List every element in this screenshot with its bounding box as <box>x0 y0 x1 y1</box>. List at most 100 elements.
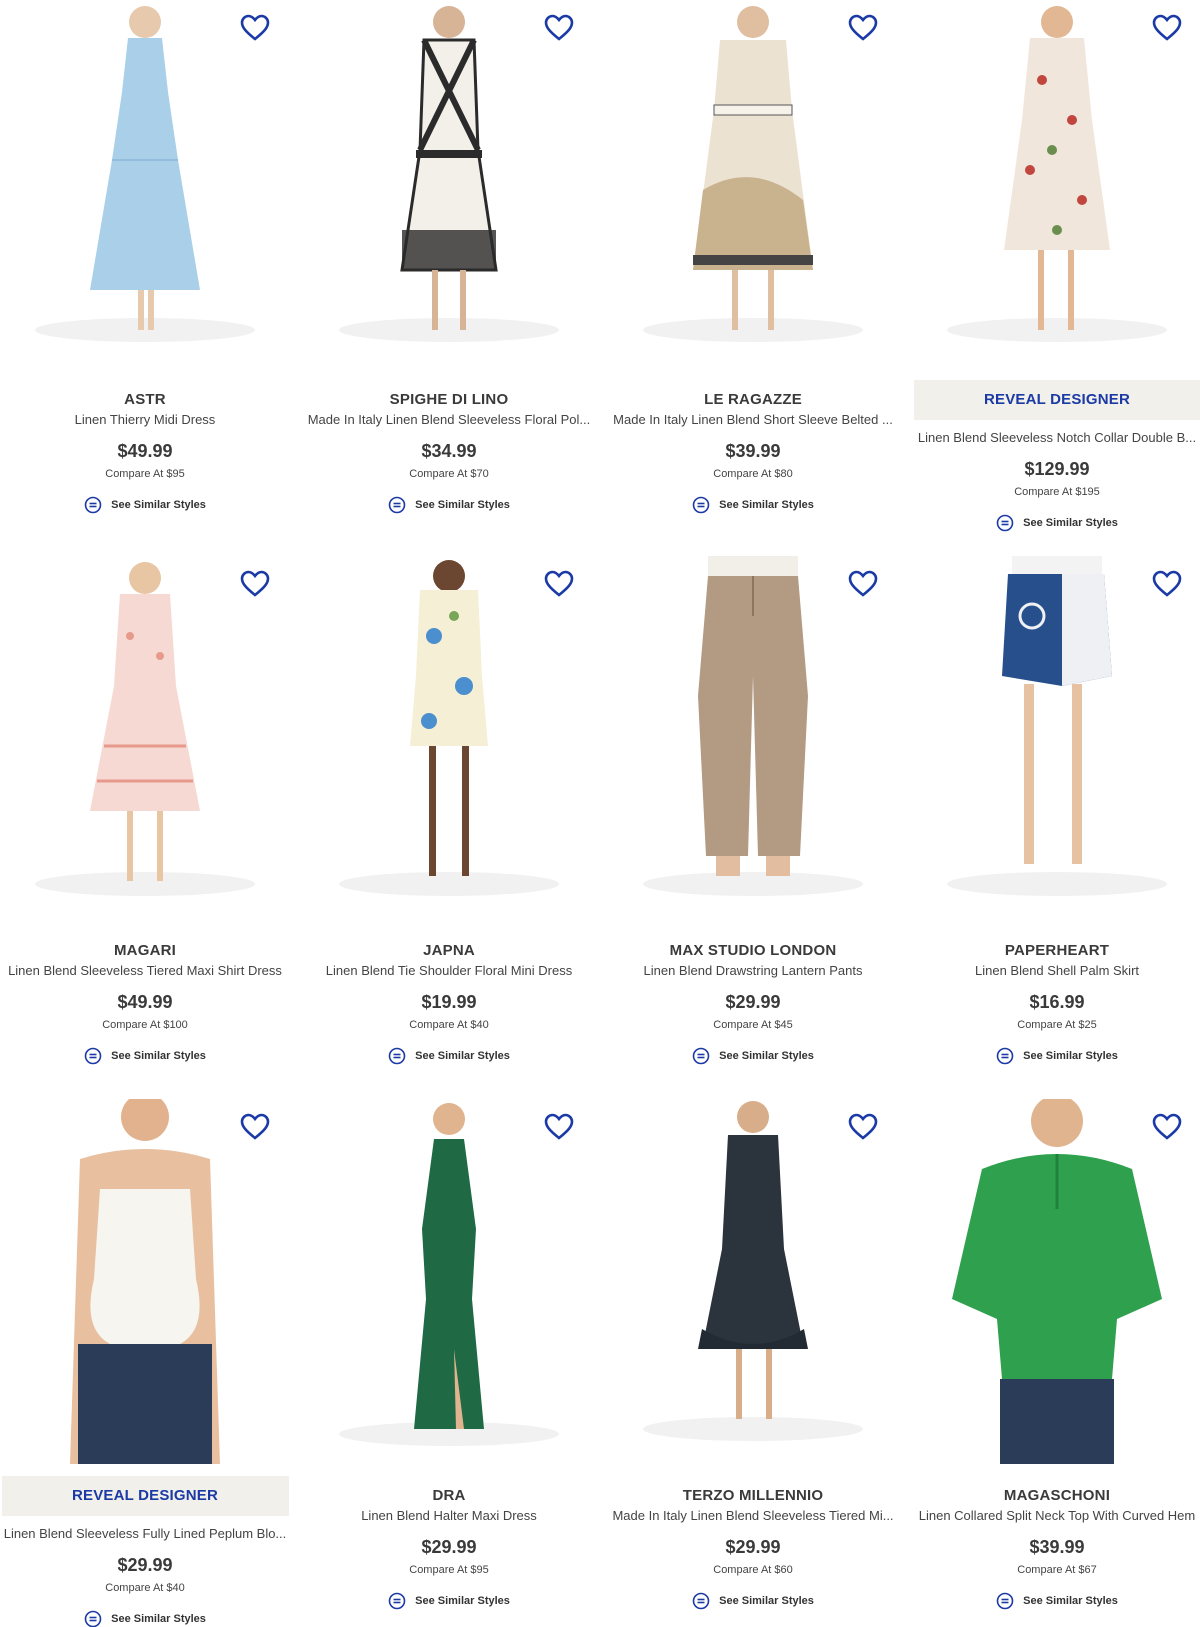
product-card[interactable]: LE RAGAZZE Made In Italy Linen Blend Sho… <box>608 0 898 519</box>
heart-icon[interactable] <box>544 14 574 42</box>
product-image-wrap[interactable] <box>608 556 898 921</box>
product-card[interactable]: JAPNA Linen Blend Tie Shoulder Floral Mi… <box>304 556 594 1070</box>
see-similar-styles-button[interactable]: See Similar Styles <box>692 1047 814 1065</box>
heart-icon[interactable] <box>848 570 878 598</box>
heart-icon[interactable] <box>240 570 270 598</box>
product-image-wrap[interactable] <box>304 556 594 921</box>
product-brand[interactable]: JAPNA <box>304 941 594 961</box>
product-card[interactable]: PAPERHEART Linen Blend Shell Palm Skirt … <box>912 556 1200 1070</box>
product-image-wrap[interactable] <box>304 1099 594 1464</box>
product-price: $34.99 <box>421 441 477 461</box>
product-title[interactable]: Made In Italy Linen Blend Sleeveless Flo… <box>304 410 594 430</box>
product-image[interactable] <box>304 1099 594 1464</box>
product-card[interactable]: MAGARI Linen Blend Sleeveless Tiered Max… <box>0 556 290 1070</box>
product-image[interactable] <box>304 556 594 921</box>
see-similar-styles-button[interactable]: See Similar Styles <box>996 514 1118 532</box>
product-image[interactable] <box>608 1099 898 1464</box>
product-title[interactable]: Linen Blend Halter Maxi Dress <box>304 1506 594 1526</box>
product-image-wrap[interactable] <box>0 556 290 921</box>
product-image-wrap[interactable] <box>912 0 1200 370</box>
similar-styles-icon <box>692 1592 710 1610</box>
product-image[interactable] <box>912 556 1200 921</box>
product-image-wrap[interactable] <box>912 556 1200 921</box>
product-title[interactable]: Linen Blend Drawstring Lantern Pants <box>608 961 898 981</box>
product-title[interactable]: Linen Blend Sleeveless Fully Lined Peplu… <box>0 1524 290 1544</box>
see-similar-label: See Similar Styles <box>415 1050 510 1062</box>
compare-price: Compare At $25 <box>1017 1019 1097 1031</box>
heart-icon[interactable] <box>1152 14 1182 42</box>
see-similar-label: See Similar Styles <box>1023 1050 1118 1062</box>
see-similar-styles-button[interactable]: See Similar Styles <box>692 496 814 514</box>
heart-icon[interactable] <box>848 1113 878 1141</box>
product-card[interactable]: TERZO MILLENNIO Made In Italy Linen Blen… <box>608 1099 898 1615</box>
heart-icon[interactable] <box>1152 570 1182 598</box>
product-title[interactable]: Made In Italy Linen Blend Short Sleeve B… <box>608 410 898 430</box>
product-image[interactable] <box>608 556 898 921</box>
product-image-wrap[interactable] <box>608 0 898 370</box>
see-similar-styles-button[interactable]: See Similar Styles <box>84 496 206 514</box>
product-brand[interactable]: SPIGHE DI LINO <box>304 390 594 410</box>
product-price: $29.99 <box>725 992 781 1012</box>
product-title[interactable]: Made In Italy Linen Blend Sleeveless Tie… <box>608 1506 898 1526</box>
product-image-wrap[interactable] <box>304 0 594 370</box>
product-card[interactable]: REVEAL DESIGNER Linen Blend Sleeveless F… <box>0 1099 290 1627</box>
product-image[interactable] <box>912 1099 1200 1464</box>
product-brand[interactable]: TERZO MILLENNIO <box>608 1486 898 1506</box>
product-image-wrap[interactable] <box>912 1099 1200 1464</box>
product-title[interactable]: Linen Thierry Midi Dress <box>0 410 290 430</box>
product-brand[interactable]: ASTR <box>0 390 290 410</box>
heart-icon[interactable] <box>1152 1113 1182 1141</box>
product-card[interactable]: MAGASCHONI Linen Collared Split Neck Top… <box>912 1099 1200 1615</box>
product-image-wrap[interactable] <box>0 0 290 370</box>
see-similar-styles-button[interactable]: See Similar Styles <box>996 1047 1118 1065</box>
see-similar-styles-button[interactable]: See Similar Styles <box>84 1047 206 1065</box>
see-similar-styles-button[interactable]: See Similar Styles <box>388 1592 510 1610</box>
product-image[interactable] <box>912 0 1200 370</box>
heart-icon[interactable] <box>240 14 270 42</box>
similar-styles-icon <box>84 496 102 514</box>
product-brand[interactable]: MAGASCHONI <box>912 1486 1200 1506</box>
product-card[interactable]: SPIGHE DI LINO Made In Italy Linen Blend… <box>304 0 594 519</box>
heart-icon[interactable] <box>544 1113 574 1141</box>
product-image[interactable] <box>0 0 290 370</box>
heart-icon[interactable] <box>240 1113 270 1141</box>
see-similar-styles-button[interactable]: See Similar Styles <box>996 1592 1118 1610</box>
product-image[interactable] <box>0 1099 290 1464</box>
product-title[interactable]: Linen Blend Sleeveless Tiered Maxi Shirt… <box>0 961 290 981</box>
product-title[interactable]: Linen Blend Sleeveless Notch Collar Doub… <box>912 428 1200 448</box>
see-similar-styles-button[interactable]: See Similar Styles <box>84 1610 206 1627</box>
product-brand[interactable]: DRA <box>304 1486 594 1506</box>
see-similar-styles-button[interactable]: See Similar Styles <box>388 1047 510 1065</box>
see-similar-label: See Similar Styles <box>111 499 206 511</box>
product-price: $29.99 <box>421 1537 477 1557</box>
product-brand[interactable]: MAGARI <box>0 941 290 961</box>
product-image-wrap[interactable] <box>0 1099 290 1464</box>
product-card[interactable]: REVEAL DESIGNER Linen Blend Sleeveless N… <box>912 0 1200 537</box>
reveal-designer-button[interactable]: REVEAL DESIGNER <box>913 380 1200 420</box>
product-brand[interactable]: PAPERHEART <box>912 941 1200 961</box>
product-title[interactable]: Linen Blend Tie Shoulder Floral Mini Dre… <box>304 961 594 981</box>
product-card[interactable]: MAX STUDIO LONDON Linen Blend Drawstring… <box>608 556 898 1070</box>
product-title[interactable]: Linen Blend Shell Palm Skirt <box>912 961 1200 981</box>
product-brand[interactable]: MAX STUDIO LONDON <box>608 941 898 961</box>
see-similar-label: See Similar Styles <box>1023 1595 1118 1607</box>
heart-icon[interactable] <box>848 14 878 42</box>
reveal-designer-button[interactable]: REVEAL DESIGNER <box>1 1476 289 1516</box>
product-image-wrap[interactable] <box>608 1099 898 1464</box>
product-price: $16.99 <box>1029 992 1085 1012</box>
product-card[interactable]: ASTR Linen Thierry Midi Dress $49.99 Com… <box>0 0 290 519</box>
product-image[interactable] <box>0 556 290 921</box>
product-image[interactable] <box>608 0 898 370</box>
product-image[interactable] <box>304 0 594 370</box>
see-similar-styles-button[interactable]: See Similar Styles <box>692 1592 814 1610</box>
compare-price: Compare At $95 <box>409 1564 489 1576</box>
similar-styles-icon <box>388 1592 406 1610</box>
product-brand[interactable]: LE RAGAZZE <box>608 390 898 410</box>
similar-styles-icon <box>996 1592 1014 1610</box>
product-card[interactable]: DRA Linen Blend Halter Maxi Dress $29.99… <box>304 1099 594 1615</box>
similar-styles-icon <box>84 1610 102 1627</box>
product-title[interactable]: Linen Collared Split Neck Top With Curve… <box>912 1506 1200 1526</box>
see-similar-styles-button[interactable]: See Similar Styles <box>388 496 510 514</box>
product-price: $49.99 <box>117 992 173 1012</box>
heart-icon[interactable] <box>544 570 574 598</box>
